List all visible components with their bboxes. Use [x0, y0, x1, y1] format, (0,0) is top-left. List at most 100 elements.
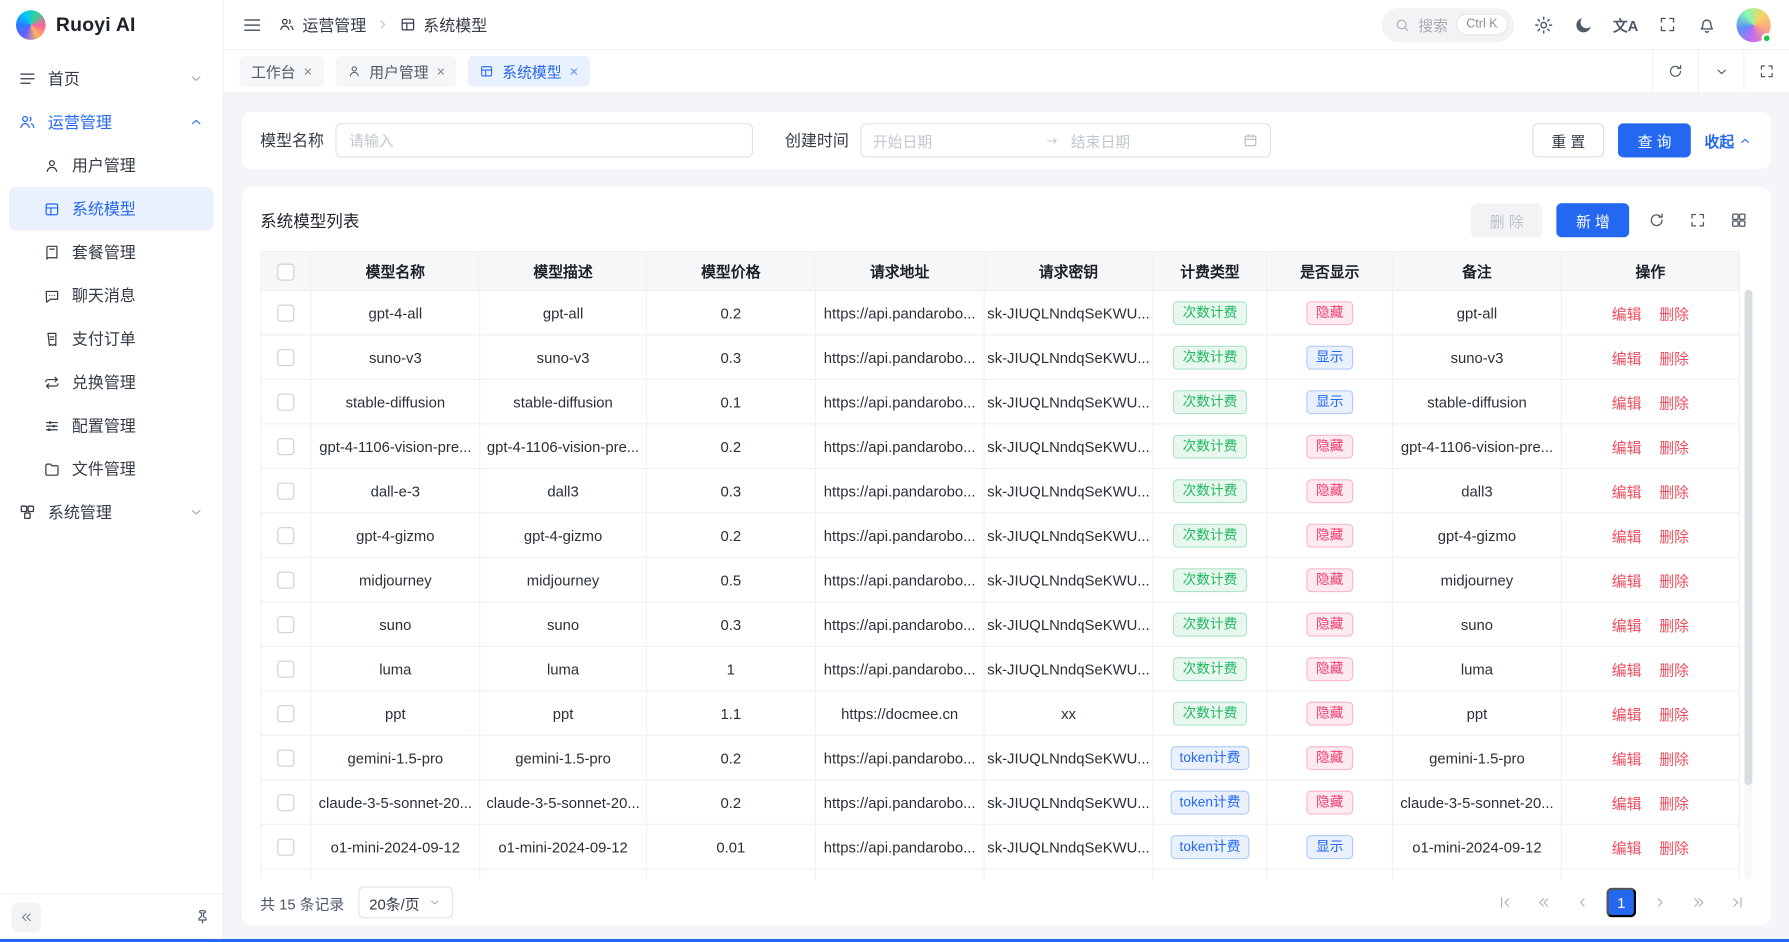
notifications-icon-button[interactable]: [1697, 14, 1718, 35]
delete-link[interactable]: 删除: [1659, 572, 1689, 589]
delete-link[interactable]: 删除: [1659, 305, 1689, 322]
edit-link[interactable]: 编辑: [1612, 439, 1642, 456]
refresh-page-icon-button[interactable]: [1652, 50, 1698, 92]
current-page-button[interactable]: 1: [1606, 888, 1636, 918]
chat-icon: [43, 287, 60, 304]
cell-request-key: sk-JIUQLNndqSeKWU...: [984, 513, 1153, 557]
fullscreen-icon-button[interactable]: [1658, 15, 1677, 34]
edit-link[interactable]: 编辑: [1612, 617, 1642, 634]
tab-system-models[interactable]: 系统模型 ×: [468, 56, 590, 87]
refresh-icon: [1667, 63, 1684, 80]
sidebar-item-chat-messages[interactable]: 聊天消息: [9, 274, 213, 317]
search-button[interactable]: 查 询: [1618, 123, 1691, 157]
global-search[interactable]: 搜索 Ctrl K: [1382, 7, 1514, 41]
breadcrumb-item-models[interactable]: 系统模型: [399, 13, 487, 36]
pin-icon-button[interactable]: [194, 908, 211, 925]
sidebar-item-payment-orders[interactable]: 支付订单: [9, 317, 213, 360]
sidebar: Ruoyi AI 首页 运营管理 用户管理 系统模型: [0, 0, 224, 939]
edit-link[interactable]: 编辑: [1612, 394, 1642, 411]
sidebar-item-system[interactable]: 系统管理: [9, 491, 213, 534]
delete-button[interactable]: 删 除: [1470, 203, 1543, 237]
settings-icon-button[interactable]: [1533, 14, 1554, 35]
row-checkbox[interactable]: [277, 794, 294, 811]
sidebar-item-operations[interactable]: 运营管理: [9, 100, 213, 143]
delete-link[interactable]: 删除: [1659, 483, 1689, 500]
row-checkbox[interactable]: [277, 839, 294, 856]
row-checkbox[interactable]: [277, 661, 294, 678]
edit-link[interactable]: 编辑: [1612, 750, 1642, 767]
reset-button[interactable]: 重 置: [1532, 123, 1605, 157]
cell-model-name: o1-mini-2024-09-12: [311, 824, 480, 868]
sidebar-item-files[interactable]: 文件管理: [9, 447, 213, 490]
collapse-filter-button[interactable]: 收起: [1705, 129, 1753, 151]
sidebar-item-users[interactable]: 用户管理: [9, 144, 213, 187]
row-checkbox[interactable]: [277, 616, 294, 633]
row-checkbox[interactable]: [277, 305, 294, 322]
tab-menu-chevron-button[interactable]: [1698, 50, 1744, 92]
row-checkbox[interactable]: [277, 438, 294, 455]
scrollbar-thumb[interactable]: [1745, 290, 1753, 785]
sidebar-toggle-button[interactable]: [242, 14, 263, 35]
delete-link[interactable]: 删除: [1659, 750, 1689, 767]
last-page-button[interactable]: [1723, 888, 1753, 918]
prev-page-button[interactable]: [1568, 888, 1598, 918]
table-fullscreen-icon-button[interactable]: [1684, 211, 1711, 229]
edit-link[interactable]: 编辑: [1612, 706, 1642, 723]
sidebar-item-packages[interactable]: 套餐管理: [9, 230, 213, 273]
row-checkbox[interactable]: [277, 394, 294, 411]
close-icon[interactable]: ×: [304, 64, 313, 79]
row-checkbox[interactable]: [277, 527, 294, 544]
model-name-input[interactable]: [335, 123, 753, 157]
row-checkbox[interactable]: [277, 572, 294, 589]
language-icon-button[interactable]: 文A: [1613, 14, 1639, 36]
edit-link[interactable]: 编辑: [1612, 483, 1642, 500]
create-time-range-picker[interactable]: 开始日期 结束日期: [860, 123, 1271, 157]
refresh-table-icon-button[interactable]: [1643, 211, 1670, 229]
row-checkbox[interactable]: [277, 483, 294, 500]
edit-link[interactable]: 编辑: [1612, 661, 1642, 678]
back-pages-button[interactable]: [1529, 888, 1559, 918]
delete-link[interactable]: 删除: [1659, 661, 1689, 678]
edit-link[interactable]: 编辑: [1612, 350, 1642, 367]
delete-link[interactable]: 删除: [1659, 617, 1689, 634]
table-row: gpt-4-1106-vision-pre... gpt-4-1106-visi…: [261, 424, 1740, 468]
sidebar-item-config[interactable]: 配置管理: [9, 404, 213, 447]
next-page-button[interactable]: [1645, 888, 1675, 918]
content-fullscreen-icon-button[interactable]: [1743, 50, 1789, 92]
sidebar-item-home[interactable]: 首页: [9, 57, 213, 100]
select-all-checkbox[interactable]: [277, 263, 294, 280]
forward-pages-button[interactable]: [1684, 888, 1714, 918]
sidebar-item-models[interactable]: 系统模型: [9, 187, 213, 230]
delete-link[interactable]: 删除: [1659, 839, 1689, 856]
delete-link[interactable]: 删除: [1659, 350, 1689, 367]
row-checkbox[interactable]: [277, 349, 294, 366]
sidebar-item-redemption[interactable]: 兑换管理: [9, 361, 213, 404]
row-checkbox[interactable]: [277, 750, 294, 767]
edit-link[interactable]: 编辑: [1612, 839, 1642, 856]
first-page-button[interactable]: [1490, 888, 1520, 918]
page-size-select[interactable]: 20条/页: [358, 887, 453, 919]
user-avatar[interactable]: [1737, 7, 1771, 41]
sidebar-collapse-button[interactable]: [11, 902, 41, 932]
row-checkbox[interactable]: [277, 705, 294, 722]
chevron-left-icon: [1575, 895, 1591, 911]
edit-link[interactable]: 编辑: [1612, 305, 1642, 322]
delete-link[interactable]: 删除: [1659, 528, 1689, 545]
delete-link[interactable]: 删除: [1659, 795, 1689, 812]
edit-link[interactable]: 编辑: [1612, 528, 1642, 545]
breadcrumb-item-operations[interactable]: 运营管理: [278, 13, 366, 36]
edit-link[interactable]: 编辑: [1612, 795, 1642, 812]
add-button[interactable]: 新 增: [1557, 203, 1630, 237]
edit-link[interactable]: 编辑: [1612, 572, 1642, 589]
delete-link[interactable]: 删除: [1659, 439, 1689, 456]
tab-user-management[interactable]: 用户管理 ×: [335, 56, 457, 87]
app-logo-icon: [16, 10, 46, 40]
vertical-scrollbar[interactable]: [1745, 290, 1753, 880]
dark-mode-icon-button[interactable]: [1573, 14, 1594, 35]
delete-link[interactable]: 删除: [1659, 394, 1689, 411]
tab-workbench[interactable]: 工作台 ×: [240, 56, 324, 87]
delete-link[interactable]: 删除: [1659, 706, 1689, 723]
close-icon[interactable]: ×: [437, 64, 446, 79]
close-icon[interactable]: ×: [570, 64, 579, 79]
column-settings-icon-button[interactable]: [1725, 211, 1752, 229]
